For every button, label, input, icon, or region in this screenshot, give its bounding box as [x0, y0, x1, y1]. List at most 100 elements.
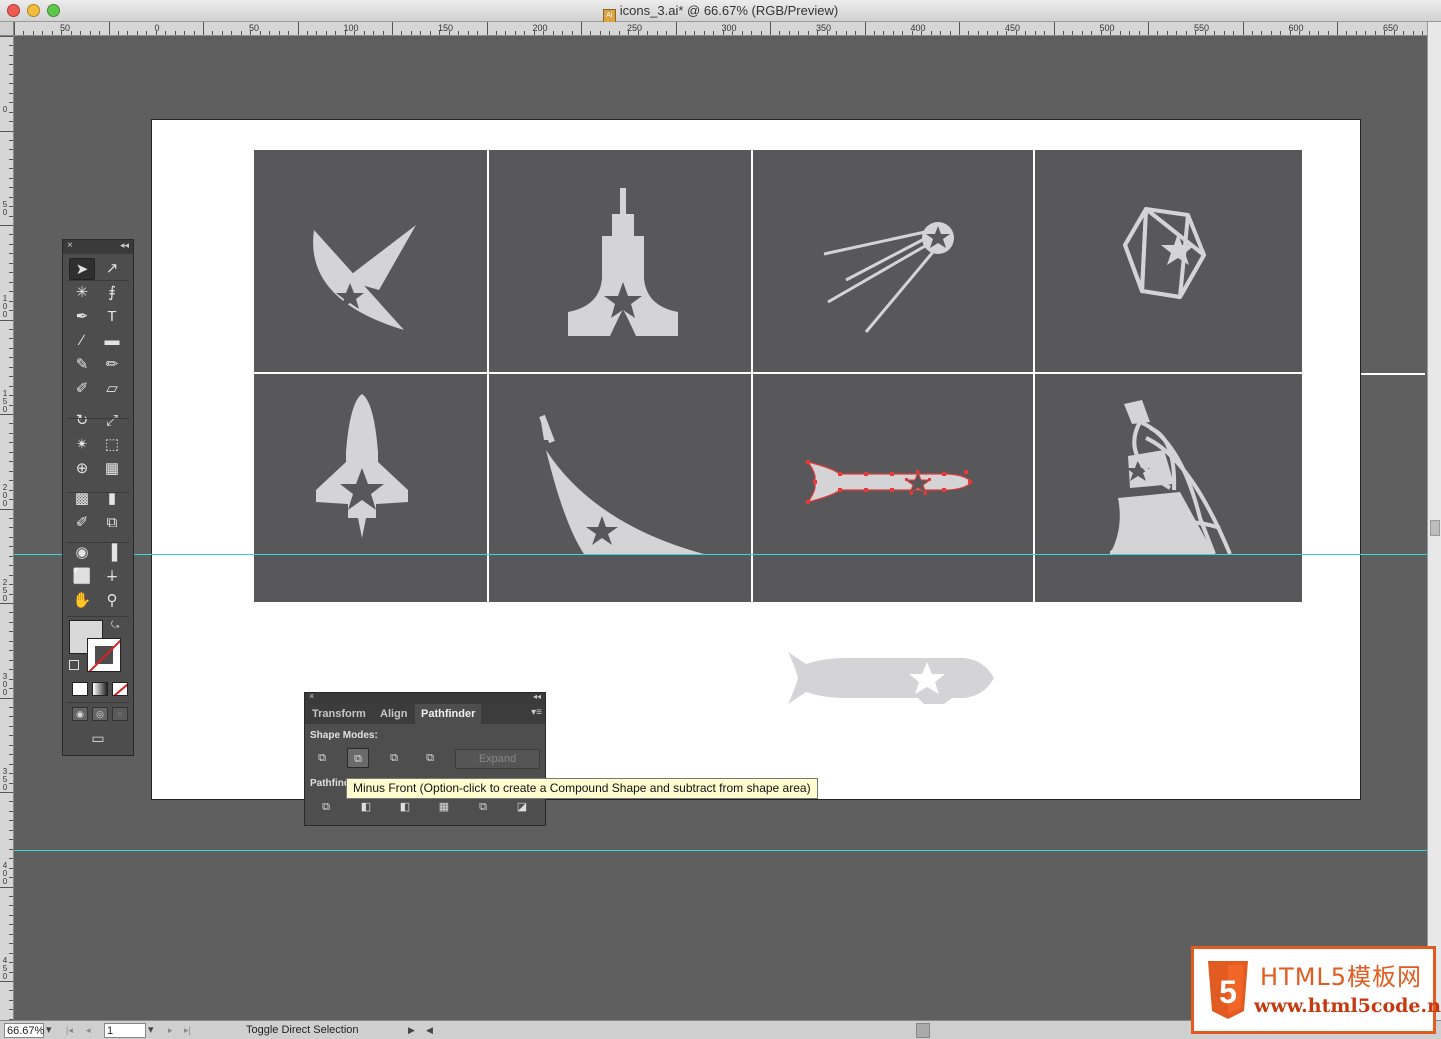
- hand-tool[interactable]: ✋: [69, 590, 95, 612]
- pen-tool[interactable]: ✒: [69, 306, 95, 328]
- ruler-tick: [581, 22, 582, 35]
- exclude-button[interactable]: ⧉: [419, 748, 441, 768]
- horizontal-guide[interactable]: [14, 554, 1427, 555]
- ruler-tick: [9, 177, 13, 179]
- default-colors-icon[interactable]: [69, 660, 79, 670]
- draw-normal-icon[interactable]: ◉: [72, 707, 88, 721]
- merge-button[interactable]: ◧: [394, 797, 416, 817]
- pencil-tool[interactable]: ✏: [99, 354, 125, 376]
- magic-wand-tool[interactable]: ✳: [69, 282, 95, 304]
- warp-tool[interactable]: ✴: [69, 434, 95, 456]
- scroll-left-icon[interactable]: ◀: [426, 1023, 433, 1038]
- outline-button[interactable]: ⧉: [472, 797, 494, 817]
- ruler-tick: [9, 999, 13, 1001]
- window-title: icons_3.ai* @ 66.67% (RGB/Preview): [619, 3, 839, 18]
- shape-builder-tool[interactable]: ⊕: [69, 458, 95, 480]
- ruler-tick: [9, 555, 13, 557]
- column-graph-tool[interactable]: ▐: [99, 542, 125, 564]
- horizontal-scroll-thumb[interactable]: [916, 1023, 930, 1038]
- airship-icon[interactable]: [784, 650, 996, 706]
- swap-colors-icon[interactable]: ⤿: [111, 620, 119, 631]
- line-tool[interactable]: ∕: [69, 330, 95, 352]
- vertical-scroll-thumb[interactable]: [1430, 520, 1440, 536]
- eraser-tool[interactable]: ▱: [99, 378, 125, 400]
- last-artboard-icon[interactable]: ▸|: [184, 1023, 191, 1038]
- crescent-moon-icon[interactable]: [534, 414, 709, 554]
- none-mode-icon[interactable]: [112, 682, 128, 696]
- ruler-tick: [9, 952, 13, 954]
- gradient-mode-icon[interactable]: [92, 682, 108, 696]
- radar-dish-icon[interactable]: [304, 220, 434, 340]
- rotate-tool[interactable]: ↻: [69, 410, 95, 432]
- horizontal-guide[interactable]: [14, 850, 1427, 851]
- type-tool[interactable]: T: [99, 306, 125, 328]
- vertical-ruler[interactable]: 0 50 100 150 200 250 300 350 400 450: [0, 22, 14, 1020]
- tab-pathfinder[interactable]: Pathfinder: [415, 704, 482, 724]
- paintbrush-tool[interactable]: ✎: [69, 354, 95, 376]
- ruler-tick: [9, 83, 13, 85]
- direct-selection-tool[interactable]: ↗: [99, 258, 125, 280]
- color-mode-icon[interactable]: [72, 682, 88, 696]
- symbol-sprayer-tool[interactable]: ◉: [69, 542, 95, 564]
- artboard-tool[interactable]: ⬜: [69, 566, 95, 588]
- blend-tool[interactable]: ⧉: [99, 512, 125, 534]
- ruler-tick: [1365, 31, 1367, 35]
- close-icon[interactable]: ×: [309, 691, 314, 701]
- ruler-origin[interactable]: [0, 22, 14, 36]
- horizontal-ruler[interactable]: 50 0 50 100 150 200 250 300 350 400 450 500 550 600 65…: [14, 22, 1427, 36]
- eyedropper-tool[interactable]: ✐: [69, 512, 95, 534]
- minus-front-button[interactable]: ⧉: [347, 748, 369, 768]
- draw-behind-icon[interactable]: ◎: [92, 707, 108, 721]
- selection-tool[interactable]: ➤: [69, 258, 95, 280]
- first-artboard-icon[interactable]: |◂: [66, 1023, 73, 1038]
- tower-icon[interactable]: [564, 186, 684, 338]
- pathfinder-panel[interactable]: × ◂◂ Transform Align Pathfinder ▾≡ Shape…: [304, 691, 546, 826]
- tab-transform[interactable]: Transform: [306, 704, 372, 724]
- minus-back-button[interactable]: ◪: [511, 797, 533, 817]
- artboard-dropdown-icon[interactable]: ▾: [148, 1023, 154, 1038]
- status-menu-arrow-icon[interactable]: ▶: [408, 1023, 415, 1038]
- lasso-tool[interactable]: ⨎: [99, 282, 125, 304]
- sputnik-icon[interactable]: [820, 220, 960, 335]
- tools-panel-header[interactable]: × ◂◂: [63, 240, 133, 254]
- ruler-tick: [864, 22, 866, 35]
- artboard-number-field[interactable]: 1: [104, 1023, 146, 1038]
- slice-tool[interactable]: ∔: [99, 566, 125, 588]
- ruler-tick: [401, 31, 403, 35]
- draw-inside-icon[interactable]: ○: [112, 707, 128, 721]
- next-artboard-icon[interactable]: ▸: [168, 1023, 173, 1038]
- pathfinder-panel-header[interactable]: × ◂◂: [305, 691, 545, 704]
- tools-panel[interactable]: × ◂◂ ➤ ↗ ✳ ⨎ ✒ T ∕ ▬ ✎ ✏ ✐ ▱ ↻ ⤢ ✴ ⬚ ⊕ ▦ ▩ ▮ ✐ ⧉ ◉ ▐ ⬜ ∔ ✋ ⚲ ⤿ ◉ ◎ …: [62, 239, 134, 756]
- expand-button[interactable]: Expand: [455, 749, 540, 769]
- free-transform-tool[interactable]: ⬚: [99, 434, 125, 456]
- stroke-swatch[interactable]: [87, 638, 121, 672]
- trim-button[interactable]: ◧: [355, 797, 377, 817]
- zoom-tool[interactable]: ⚲: [99, 590, 125, 612]
- divide-button[interactable]: ⧉: [315, 797, 337, 817]
- collapse-icon[interactable]: ◂◂: [533, 692, 541, 701]
- previous-artboard-icon[interactable]: ◂: [86, 1023, 91, 1038]
- zoom-field[interactable]: 66.67%: [4, 1023, 44, 1038]
- ruler-tick: [9, 1009, 13, 1011]
- tab-align[interactable]: Align: [374, 704, 414, 724]
- screen-mode-icon[interactable]: ▭: [87, 730, 109, 748]
- perspective-grid-tool[interactable]: ▦: [99, 458, 125, 480]
- selected-airship-icon[interactable]: [804, 458, 974, 506]
- blob-brush-tool[interactable]: ✐: [69, 378, 95, 400]
- unite-button[interactable]: ⧉: [311, 748, 333, 768]
- sailing-ship-icon[interactable]: [1110, 398, 1235, 556]
- panel-menu-icon[interactable]: ▾≡: [531, 707, 542, 718]
- zoom-dropdown-icon[interactable]: ▾: [46, 1023, 60, 1038]
- rectangle-tool[interactable]: ▬: [99, 330, 125, 352]
- ruler-tick: [647, 31, 649, 35]
- ruler-tick: [495, 31, 497, 35]
- scale-tool[interactable]: ⤢: [99, 410, 125, 432]
- intersect-button[interactable]: ⧉: [383, 748, 405, 768]
- space-shuttle-icon[interactable]: [312, 392, 412, 542]
- polyhedron-icon[interactable]: [1120, 205, 1210, 305]
- collapse-icon[interactable]: ◂◂: [120, 240, 129, 251]
- ruler-tick: [429, 31, 431, 35]
- crop-button[interactable]: ▦: [433, 797, 455, 817]
- close-icon[interactable]: ×: [67, 240, 73, 251]
- vertical-scrollbar[interactable]: [1427, 22, 1441, 1020]
